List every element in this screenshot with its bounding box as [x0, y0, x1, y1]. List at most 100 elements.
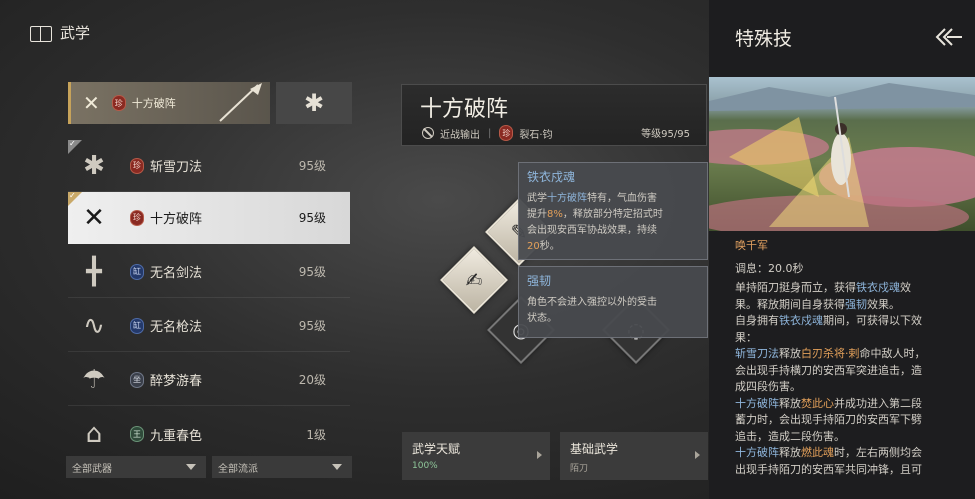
skill-name: 十方破阵: [420, 97, 509, 122]
list-item[interactable]: ⌂ 王九重春色 1级: [68, 408, 350, 460]
desc-text: 自身拥有: [735, 314, 779, 327]
weapon-filter-dropdown[interactable]: 全部武器: [66, 456, 206, 478]
skill-level: 等级95/95: [641, 129, 690, 140]
weapon-filter-value: 全部武器: [72, 463, 112, 475]
skill-icon: ☂: [82, 364, 106, 395]
basic-skill-button[interactable]: 基础武学 陌刀: [560, 432, 708, 480]
skill-type: 近战输出: [440, 129, 480, 141]
page-header: 武学: [30, 22, 90, 43]
desc-text: 释放: [779, 446, 801, 459]
desc-text: 追击，造成二段伤害。: [735, 429, 845, 443]
desc-text: 会出现手持横刀的安西军突进追击，造: [735, 363, 922, 377]
desc-highlight: 强韧: [845, 297, 867, 311]
equipped-check-icon: ✓: [68, 139, 82, 154]
list-item-name: 九重春色: [150, 428, 203, 444]
desc-highlight: 铁衣戍魂: [779, 314, 823, 327]
school-filter-dropdown[interactable]: 全部流派: [212, 456, 352, 478]
buff-tooltip: 铁衣戍魂 武学十方破阵特有，气血伤害 提升8%，释放部分特定招式时 会出现安西军…: [518, 162, 708, 260]
snowflake-skill-icon: ✱: [303, 89, 325, 117]
buff-tooltip: 强韧 角色不会进入强控以外的受击 状态。: [518, 266, 708, 338]
crossed-blades-icon: ✕: [83, 91, 100, 115]
desc-highlight: 铁衣戍魂: [856, 281, 900, 294]
skill-icon: ╋: [86, 256, 102, 287]
list-item-level: 95级: [298, 319, 326, 333]
desc-text: 出现手持陌刀的安西军共同冲锋，且可: [735, 462, 922, 476]
desc-text: 单持陌刀挺身而立，获得: [735, 281, 856, 294]
school-filter-value: 全部流派: [218, 463, 258, 475]
tooltip-highlight: 8%: [547, 209, 563, 220]
list-item[interactable]: ∿ 缸无名枪法 95级: [68, 300, 350, 352]
desc-text: 效: [900, 281, 911, 294]
equipped-main-label: 十方破阵: [131, 97, 176, 110]
cooldown-text: 调息：20.0秒: [735, 261, 804, 275]
special-skill-panel: 特殊技 唤千军 调息：20.0秒 单持陌刀挺身而立，获得铁衣戍魂效 果。释放期间…: [709, 0, 975, 499]
rarity-seal: 珍: [499, 125, 514, 141]
list-item-name: 十方破阵: [150, 212, 203, 227]
tooltip-text: 状态。: [527, 313, 557, 324]
desc-highlight: 焚此心: [801, 396, 834, 410]
rarity-seal: 珍: [111, 95, 126, 111]
book-icon: [30, 25, 52, 42]
desc-highlight: 斩雪刀法: [735, 347, 779, 360]
tooltip-title: 强韧: [527, 274, 552, 288]
rarity-seal: 珍: [130, 157, 144, 174]
list-item-selected[interactable]: ✓ ✕ 珍十方破阵 95级: [68, 191, 350, 244]
desc-text: 效果。: [867, 297, 900, 311]
page-title: 武学: [60, 24, 91, 42]
list-item-level: 95级: [298, 265, 326, 279]
desc-text: 命中敌人时，: [859, 347, 926, 360]
equipped-alt-slot[interactable]: ✱: [276, 82, 352, 124]
list-item-level: 20级: [298, 373, 326, 387]
melee-type-icon: [422, 127, 434, 139]
tooltip-text: 提升: [527, 209, 547, 220]
battlefield-scene: [709, 83, 975, 231]
rarity-seal: 坐: [130, 371, 144, 388]
special-skill-name: 唤千军: [735, 239, 768, 252]
talent-progress: 100%: [412, 461, 438, 471]
tooltip-text: 武学: [527, 193, 547, 204]
list-item-name: 无名剑法: [150, 266, 203, 281]
brush-stroke-icon: ✍: [465, 268, 483, 292]
rarity-seal: 珍: [130, 209, 144, 226]
rarity-seal: 王: [130, 426, 144, 442]
list-item-level: 95级: [298, 159, 326, 173]
desc-highlight: 十方破阵: [735, 446, 779, 459]
rarity-seal: 缸: [130, 317, 144, 334]
desc-text: 并成功进入第二段: [834, 396, 922, 410]
desc-text: 时，左右两侧均会: [834, 446, 922, 459]
tooltip-text: ，释放部分特定招式时: [562, 209, 663, 220]
tooltip-text: 角色不会进入强控以外的受击: [527, 297, 657, 308]
desc-text: 果。释放期间自身获得: [735, 297, 845, 311]
desc-text: 释放: [779, 396, 801, 410]
desc-text: 释放: [779, 347, 801, 360]
desc-text: 果：: [735, 330, 757, 344]
skill-node-active[interactable]: ✍: [440, 246, 508, 314]
list-item-level: 95级: [298, 211, 326, 225]
list-item[interactable]: ╋ 缸无名剑法 95级: [68, 246, 350, 298]
special-skill-description: 唤千军 调息：20.0秒 单持陌刀挺身而立，获得铁衣戍魂效 果。释放期间自身获得…: [735, 238, 971, 478]
collapse-back-icon[interactable]: [933, 26, 963, 48]
tooltip-highlight: 十方破阵: [547, 193, 587, 204]
tooltip-text: 特有，气血伤害: [587, 193, 657, 204]
tooltip-title: 铁衣戍魂: [527, 170, 576, 184]
list-item[interactable]: ✓ ✱ 珍斩雪刀法 95级: [68, 139, 350, 192]
list-item[interactable]: ☂ 坐醉梦游春 20级: [68, 354, 350, 406]
talent-label: 武学天赋: [412, 442, 461, 456]
talent-button[interactable]: 武学天赋 100%: [402, 432, 550, 480]
equipped-main-slot[interactable]: ✕ 珍 十方破阵: [68, 82, 270, 124]
list-item-level: 1级: [306, 427, 326, 442]
skill-weapon: 裂石·钧: [519, 129, 553, 141]
skill-preview-video[interactable]: [709, 77, 975, 231]
desc-text: 期间，可获得以下效: [823, 314, 922, 327]
chevron-right-icon: [537, 451, 542, 459]
rarity-seal: 缸: [130, 263, 144, 280]
desc-text: 成四段伤害。: [735, 380, 801, 393]
tooltip-text: 会出现安西军协战效果，持续: [527, 225, 657, 236]
tooltip-highlight: 20: [527, 241, 540, 252]
panel-title: 特殊技: [735, 28, 793, 50]
skill-icon: ⌂: [85, 419, 103, 449]
desc-highlight: 十方破阵: [735, 396, 779, 410]
list-item-name: 斩雪刀法: [150, 160, 203, 175]
chevron-down-icon: [186, 464, 196, 470]
desc-text: 蓄力时，会出现手持陌刀的安西军下劈: [735, 413, 922, 426]
